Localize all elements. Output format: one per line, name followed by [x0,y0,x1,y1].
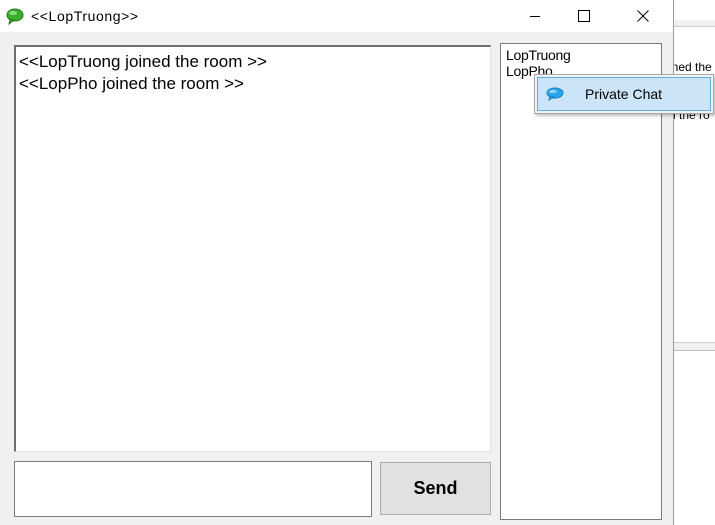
window-title: <<LopTruong>> [31,8,139,24]
chat-message: <<LopPho joined the room >> [19,74,244,93]
minimize-icon [530,16,540,17]
chat-log[interactable]: <<LopTruong joined the room >> <<LopPho … [14,45,491,452]
chat-message: <<LopTruong joined the room >> [19,52,267,71]
chat-bubble-icon [6,7,24,26]
background-chat-line: ined the [672,60,712,74]
send-button[interactable]: Send [380,462,491,515]
maximize-icon [578,10,590,22]
close-button[interactable] [620,0,666,32]
menu-item-label: Private Chat [585,86,663,102]
menu-item-private-chat[interactable]: Private Chat [537,77,711,111]
minimize-button[interactable] [512,0,558,32]
chat-bubble-icon [546,87,564,102]
user-item[interactable]: LopTruong [506,47,656,63]
maximize-button[interactable] [561,0,607,32]
context-menu: Private Chat [534,74,714,114]
message-input[interactable] [14,461,372,517]
close-icon [637,10,649,22]
users-list[interactable]: LopTruong LopPho [500,43,662,520]
title-bar[interactable]: <<LopTruong>> [0,0,673,32]
